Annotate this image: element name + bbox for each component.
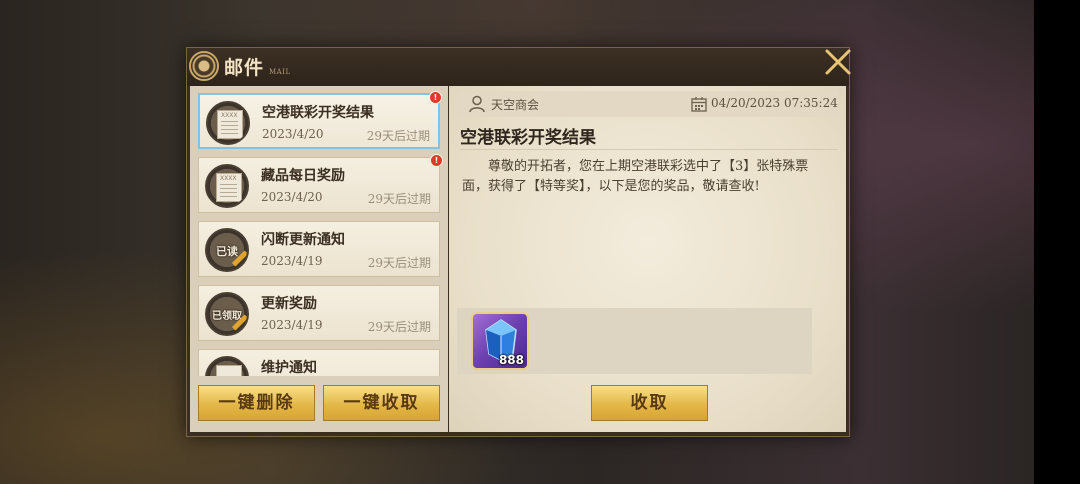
mail-detail-body: 尊敬的开拓者，您在上期空港联彩选中了【3】张特殊票面，获得了【特等奖】，以下是您… — [462, 159, 809, 194]
claim-all-button[interactable]: 一键收取 — [323, 385, 440, 421]
read-letter-icon — [205, 356, 249, 376]
mail-item-title: 闪断更新通知 — [261, 232, 345, 248]
user-icon — [469, 95, 485, 113]
mail-detail-panel: 天空商会 04/20/2023 07:35:24 空港联彩开奖结果 尊敬的开拓者… — [449, 86, 846, 432]
unread-badge-icon: ! — [429, 91, 442, 104]
calendar-icon — [691, 97, 707, 112]
mail-item[interactable]: XXXX 空港联彩开奖结果 2023/4/20 29天后过期 ! — [198, 91, 442, 149]
mail-item[interactable]: 已读 闪断更新通知 2023/4/19 29天后过期 — [198, 221, 440, 277]
mail-item-date: 2023/4/19 — [261, 318, 323, 332]
title-bar: 邮件 MAIL — [187, 48, 849, 86]
mail-item-expire: 29天后过期 — [367, 192, 431, 206]
mail-detail-title: 空港联彩开奖结果 — [460, 128, 596, 148]
mail-timestamp: 04/20/2023 07:35:24 — [711, 96, 838, 110]
mail-item-title: 维护通知 — [261, 360, 317, 376]
close-button[interactable] — [823, 47, 853, 77]
divider — [460, 149, 838, 150]
mail-item-title: 更新奖励 — [261, 296, 317, 312]
reward-count: 888 — [498, 353, 524, 367]
mail-item-date: 2023/4/19 — [261, 254, 323, 268]
mail-item-title: 藏品每日奖励 — [261, 168, 345, 184]
sender-bar: 天空商会 04/20/2023 07:35:24 — [457, 91, 838, 117]
mail-list-panel: XXXX 空港联彩开奖结果 2023/4/20 29天后过期 ! XXXX 藏品… — [190, 86, 448, 432]
dialog-subtitle: MAIL — [269, 68, 291, 76]
mail-item-expire: 29天后过期 — [367, 256, 431, 270]
letter-icon: XXXX — [206, 101, 250, 145]
mail-item-date: 2023/4/20 — [262, 127, 324, 141]
reward-item[interactable]: 888 — [471, 312, 529, 370]
mail-item[interactable]: 已领取 更新奖励 2023/4/19 29天后过期 — [198, 285, 440, 341]
mail-item-expire: 29天后过期 — [366, 129, 430, 143]
mail-item-date: 2023/4/20 — [261, 190, 323, 204]
claim-button[interactable]: 收取 — [591, 385, 708, 421]
dialog-title: 邮件 — [224, 57, 265, 79]
mail-dialog: 邮件 MAIL XXXX 空港联彩开奖结果 2023/4/20 29天后过期 !… — [186, 47, 853, 437]
mail-item-title: 空港联彩开奖结果 — [262, 105, 374, 121]
read-letter-icon: 已读 — [205, 228, 249, 272]
mail-item[interactable]: XXXX 藏品每日奖励 2023/4/20 29天后过期 ! — [198, 154, 443, 213]
screen-edge-bar — [1034, 0, 1080, 484]
claimed-letter-icon: 已领取 — [205, 292, 249, 336]
mail-item[interactable]: 维护通知 — [198, 349, 440, 376]
reward-strip: 888 — [457, 308, 812, 374]
delete-all-button[interactable]: 一键删除 — [198, 385, 315, 421]
unread-badge-icon: ! — [430, 154, 443, 167]
mail-list[interactable]: XXXX 空港联彩开奖结果 2023/4/20 29天后过期 ! XXXX 藏品… — [190, 86, 448, 376]
letter-icon: XXXX — [205, 164, 249, 208]
close-icon — [825, 49, 851, 75]
sender-name: 天空商会 — [491, 98, 540, 112]
mail-emblem-icon — [189, 51, 219, 81]
mail-item-expire: 29天后过期 — [367, 320, 431, 334]
